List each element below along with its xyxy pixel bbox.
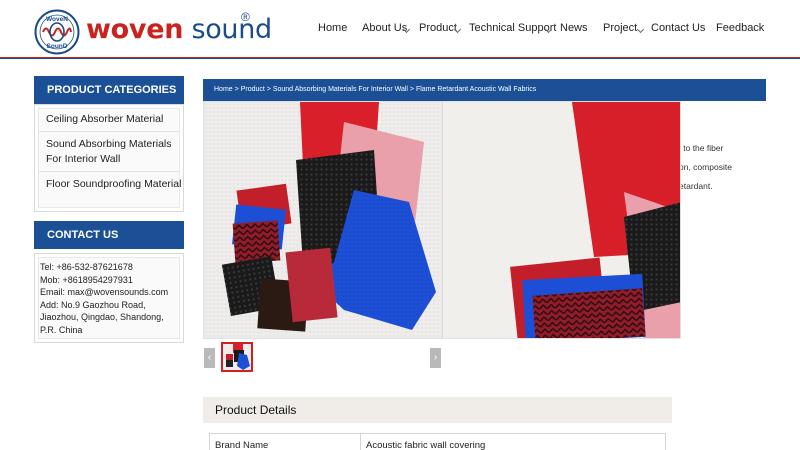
spec-value-brand-name: Acoustic fabric wall covering — [366, 440, 486, 450]
product-details-heading: Product Details — [203, 397, 672, 423]
nav-feedback[interactable]: Feedback — [716, 22, 764, 34]
contact-address-1: Add: No.9 Gaozhou Road, — [40, 299, 146, 310]
category-divider — [38, 131, 180, 132]
gallery-next-button[interactable]: › — [430, 348, 441, 368]
brand-logo-icon[interactable]: WoveN SounD — [34, 9, 80, 55]
category-wall-materials-line2[interactable]: For Interior Wall — [46, 152, 120, 167]
gallery-thumbnail[interactable] — [221, 342, 253, 372]
nav-technical-support[interactable]: Technical Support — [469, 22, 556, 34]
nav-about-us[interactable]: About Us — [362, 22, 407, 34]
category-wall-materials[interactable]: Sound Absorbing Materials — [46, 137, 172, 152]
nav-home[interactable]: Home — [318, 22, 347, 34]
categories-heading: PRODUCT CATEGORIES — [34, 76, 184, 104]
nav-news[interactable]: News — [560, 22, 588, 34]
breadcrumb-home[interactable]: Home — [214, 86, 233, 93]
gallery-prev-button[interactable]: ‹ — [204, 348, 215, 368]
chevron-down-icon[interactable] — [636, 25, 645, 34]
logo-text-bottom: SounD — [47, 43, 68, 50]
product-photo-illustration — [204, 102, 680, 338]
site-header: WoveN SounD woven sound ® Home About Us … — [0, 0, 800, 58]
category-divider — [38, 171, 180, 172]
category-floor-soundproofing[interactable]: Floor Soundproofing Material — [46, 177, 181, 192]
description-text: l to the fiber — [679, 143, 724, 153]
spec-label-brand-name: Brand Name — [215, 440, 269, 450]
registered-mark: ® — [241, 10, 250, 24]
nav-contact-us[interactable]: Contact Us — [651, 22, 705, 34]
nav-product[interactable]: Product — [419, 22, 457, 34]
contact-mobile: Mob: +8618954297931 — [40, 274, 133, 285]
contact-address-2: Jiaozhou, Qingdao, Shandong, — [40, 312, 164, 322]
nav-project[interactable]: Project — [603, 22, 637, 34]
brand-name-part1: woven — [86, 14, 184, 45]
category-ceiling-absorber[interactable]: Ceiling Absorber Material — [46, 112, 163, 127]
breadcrumb-separator: > — [234, 86, 239, 93]
breadcrumb-category[interactable]: Sound Absorbing Materials For Interior W… — [273, 86, 408, 93]
brand-name-part2: sound — [191, 14, 272, 45]
breadcrumb: Home > Product > Sound Absorbing Materia… — [203, 79, 766, 101]
logo-text-top: WoveN — [46, 16, 68, 23]
description-text: on, composite — [679, 162, 732, 172]
product-main-image[interactable] — [203, 101, 681, 339]
header-divider — [0, 58, 800, 59]
breadcrumb-product[interactable]: Product — [241, 86, 265, 93]
contact-tel: Tel: +86-532-87621678 — [40, 262, 133, 272]
contact-email[interactable]: Email: max@wovensounds.com — [40, 286, 168, 299]
thumbnail-image — [223, 344, 251, 370]
spec-table: Brand Name Acoustic fabric wall covering — [209, 433, 666, 450]
contact-address-3: P.R. China — [40, 324, 83, 335]
description-text: etardant. — [679, 181, 713, 191]
breadcrumb-separator: > — [266, 86, 271, 93]
contact-heading: CONTACT US — [34, 221, 184, 249]
breadcrumb-separator: > — [409, 86, 414, 93]
breadcrumb-current[interactable]: Flame Retardant Acoustic Wall Fabrics — [416, 86, 536, 93]
